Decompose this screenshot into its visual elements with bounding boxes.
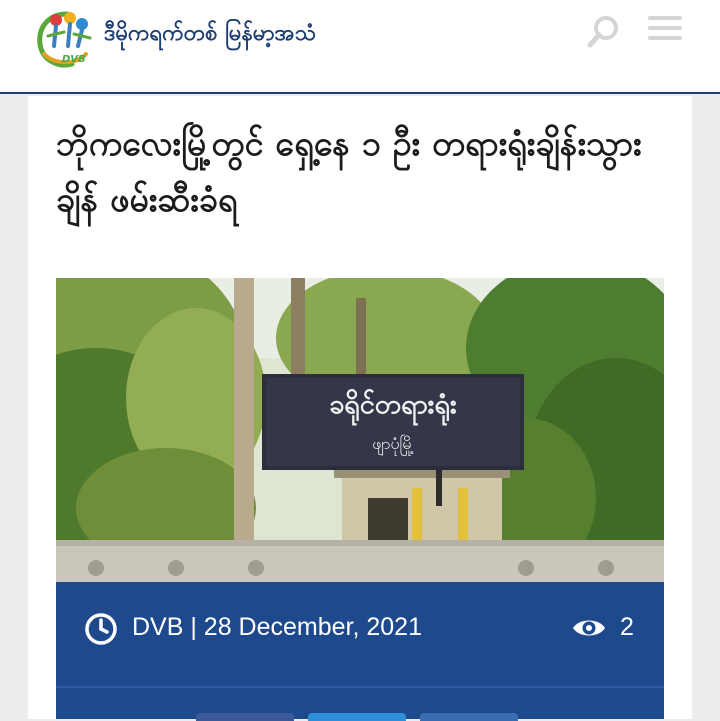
search-icon[interactable]	[586, 14, 622, 50]
site-name[interactable]: ဒီမိုကရက်တစ် မြန်မာ့အသံ	[104, 18, 316, 51]
article-photo[interactable]	[56, 278, 664, 582]
share-button-facebook[interactable]	[196, 713, 294, 721]
logo-tagline: DVB	[62, 54, 86, 65]
eye-icon	[571, 615, 607, 641]
hamburger-menu-icon[interactable]	[648, 16, 682, 44]
article-byline: DVB | 28 December, 2021	[132, 613, 422, 641]
share-button-other[interactable]	[420, 713, 518, 721]
site-header: DVB ဒီမိုကရက်တစ် မြန်မာ့အသံ	[0, 0, 720, 94]
view-count: 2	[620, 613, 634, 641]
clock-icon	[84, 612, 118, 646]
share-button-twitter[interactable]	[308, 713, 406, 721]
menu-line	[648, 16, 682, 20]
article-headline[interactable]: ဘိုကလေးမြို့တွင် ရှေ့နေ ၁ ဦး တရားရုံးချိ…	[56, 116, 666, 228]
courthouse-photo-image	[56, 278, 664, 582]
menu-line	[648, 26, 682, 30]
menu-line	[648, 36, 682, 40]
